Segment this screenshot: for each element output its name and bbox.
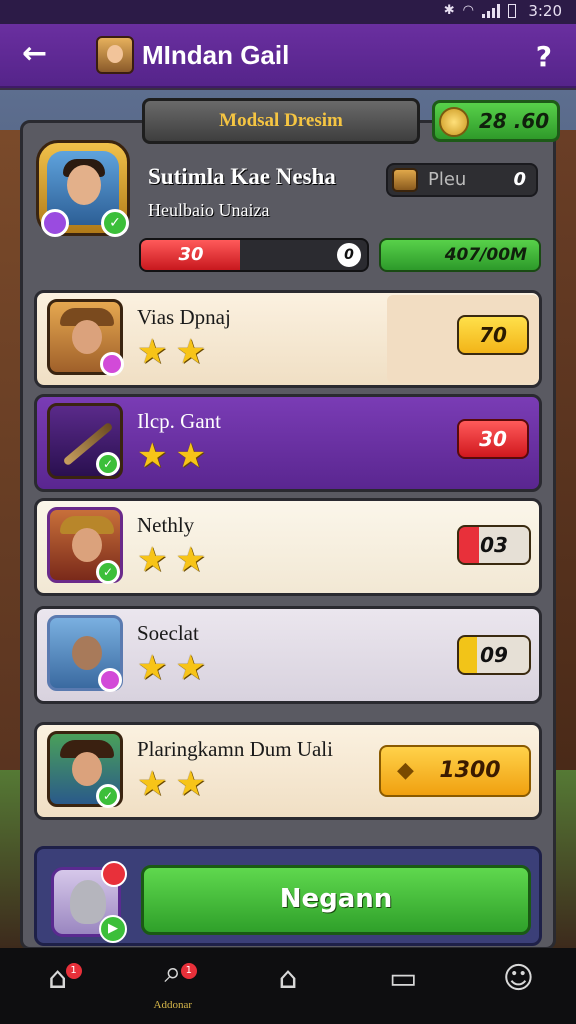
- currency-value: 28 .60: [479, 109, 550, 133]
- check-badge-icon: ✓: [101, 209, 129, 237]
- chat-icon: ▭: [388, 961, 418, 996]
- character-face: [72, 752, 102, 786]
- nav-search-label: Addonar: [153, 999, 193, 1011]
- alert-badge-icon: [101, 861, 127, 887]
- card-value-chip[interactable]: 70: [457, 315, 529, 355]
- character-thumbnail: [47, 615, 123, 692]
- status-bar: ✱ ◠ 3:20: [0, 0, 576, 24]
- list-item[interactable]: ✓ Nethly ★ ★ 03: [34, 498, 542, 596]
- gem-badge-icon: [98, 668, 122, 692]
- background-wall-right: [556, 130, 576, 770]
- nav-chat[interactable]: ▭: [363, 951, 443, 1021]
- xp-bar: 407/00M: [379, 238, 541, 272]
- star-icon: ★: [175, 648, 206, 688]
- home-icon: ⌂: [48, 961, 68, 996]
- health-bar: 30 0: [139, 238, 369, 272]
- check-badge-icon: ✓: [96, 452, 120, 476]
- check-badge-icon: ✓: [96, 560, 120, 584]
- resource-value: 0: [513, 169, 526, 190]
- notification-badge: 1: [65, 963, 82, 979]
- star-icon: ★: [175, 540, 206, 580]
- statue-bust: [70, 880, 106, 924]
- card-value-chip[interactable]: ◆ 1300: [379, 745, 531, 797]
- card-name: Plaringkamn Dum Uali: [137, 737, 333, 761]
- star-rating: ★ ★: [137, 651, 206, 685]
- list-item[interactable]: ✓ Ilcp. Gant ★ ★ 30: [34, 394, 542, 492]
- back-arrow-icon[interactable]: ←: [22, 36, 47, 71]
- chest-icon: [392, 168, 418, 192]
- star-icon: ★: [175, 764, 206, 804]
- primary-action-button[interactable]: Negann: [141, 865, 531, 935]
- star-rating: ★ ★: [137, 439, 206, 473]
- profile-icon: ☺: [502, 961, 534, 996]
- status-time: 3:20: [528, 2, 562, 20]
- bottom-nav: ⌂ 1 ⌕ 1 Addonar ⌂ ▭ ☺: [0, 948, 576, 1024]
- notification-badge: 1: [180, 963, 197, 979]
- nav-profile[interactable]: ☺: [478, 951, 558, 1021]
- star-icon: ★: [137, 332, 168, 372]
- signal-icon: [482, 3, 500, 18]
- star-icon: ★: [137, 540, 168, 580]
- status-icons: ✱ ◠: [444, 3, 516, 18]
- battery-icon: [508, 3, 516, 18]
- resource-field[interactable]: Pleu 0: [386, 163, 538, 197]
- item-thumbnail: ✓: [47, 403, 123, 479]
- star-icon: ★: [137, 436, 168, 476]
- play-icon[interactable]: ▶: [99, 915, 127, 943]
- nav-home-outline[interactable]: ⌂: [248, 951, 328, 1021]
- card-name: Ilcp. Gant: [137, 409, 221, 433]
- list-item[interactable]: Vias Dpnaj ★ ★ 70: [34, 290, 542, 388]
- coin-icon: [439, 107, 469, 137]
- star-rating: ★ ★: [137, 767, 206, 801]
- bluetooth-icon: ✱: [443, 3, 455, 18]
- card-value-chip[interactable]: 09: [457, 635, 531, 675]
- nav-home[interactable]: ⌂ 1: [18, 951, 98, 1021]
- house-outline-icon: ⌂: [278, 961, 298, 996]
- profile-subtitle: Heulbaio Unaiza: [148, 200, 270, 220]
- wifi-icon: ◠: [462, 3, 474, 18]
- currency-badge[interactable]: 28 .60: [432, 100, 560, 142]
- card-name: Vias Dpnaj: [137, 305, 231, 329]
- card-value-chip[interactable]: 03: [457, 525, 531, 565]
- search-icon: ⌕: [164, 955, 182, 990]
- card-value: 1300: [439, 758, 501, 783]
- card-name: Nethly: [137, 513, 195, 537]
- panel-title-ribbon: Modsal Dresim: [142, 98, 420, 144]
- character-face: [72, 320, 102, 354]
- character-face: [72, 528, 102, 562]
- character-face: [72, 636, 102, 670]
- list-item[interactable]: ✓ Plaringkamn Dum Uali ★ ★ ◆ 1300: [34, 722, 542, 820]
- card-value-chip[interactable]: 30: [457, 419, 529, 459]
- gem-badge-icon: [41, 209, 69, 237]
- star-icon: ★: [175, 436, 206, 476]
- diamond-icon: ◆: [397, 758, 414, 783]
- list-item[interactable]: Soeclat ★ ★ 09: [34, 606, 542, 704]
- help-icon[interactable]: ?: [536, 40, 552, 73]
- health-value: 30: [178, 244, 204, 265]
- character-thumbnail: [47, 299, 124, 376]
- star-rating: ★ ★: [137, 543, 206, 577]
- star-icon: ★: [175, 332, 206, 372]
- nav-search[interactable]: ⌕ 1 Addonar: [133, 951, 213, 1021]
- star-rating: ★ ★: [137, 335, 206, 369]
- resource-label: Pleu: [428, 169, 467, 190]
- avatar-face: [67, 165, 101, 205]
- character-thumbnail: ✓: [47, 507, 123, 584]
- action-bar: ▶ Negann: [34, 846, 542, 946]
- profile-name: Sutimla Kae Nesha: [148, 164, 336, 189]
- profile-avatar[interactable]: ✓: [36, 140, 130, 237]
- check-badge-icon: ✓: [96, 784, 120, 808]
- gem-badge-icon: [100, 352, 124, 376]
- card-name: Soeclat: [137, 621, 199, 645]
- app-avatar: [96, 36, 134, 74]
- star-icon: ★: [137, 648, 168, 688]
- star-icon: ★: [137, 764, 168, 804]
- app-bar: ← MIndan Gail ?: [0, 24, 576, 88]
- app-title: MIndan Gail: [142, 40, 290, 70]
- character-thumbnail: ✓: [47, 731, 123, 808]
- health-end-badge: 0: [337, 243, 361, 267]
